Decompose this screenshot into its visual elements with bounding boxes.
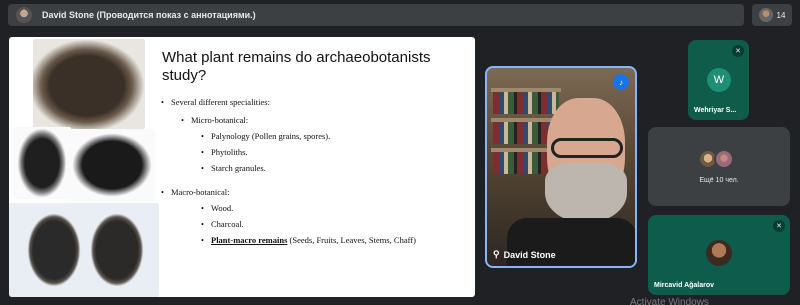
mic-off-icon: ✕ xyxy=(732,45,744,57)
main-video-name: ⚲ David Stone xyxy=(493,249,556,260)
slide-title: What plant remains do archaeobotanists s… xyxy=(162,49,431,84)
bullet-macro-item: Charcoal. xyxy=(201,219,469,229)
participant-tile-mircavid[interactable]: ✕ Mircavid Ağalarov xyxy=(648,215,790,295)
books xyxy=(493,92,559,114)
participant-avatar-mircavid xyxy=(706,240,732,266)
more-participants-label: Ещё 10 чел. xyxy=(699,177,739,184)
participant-name: Mircavid Ağalarov xyxy=(654,282,715,289)
mic-off-icon: ✕ xyxy=(773,220,785,232)
shirt xyxy=(507,218,635,266)
participant-tile-w[interactable]: ✕ W Wehriyar S... xyxy=(688,40,749,120)
seed-photo-2 xyxy=(13,127,71,199)
avatar xyxy=(714,149,734,169)
bullet-micro-item: Starch granules. xyxy=(201,163,469,173)
seed-photo-3 xyxy=(69,129,155,201)
main-video-tile[interactable]: ♪ ⚲ David Stone xyxy=(485,66,637,268)
bullet-micro-item: Phytoliths. xyxy=(201,147,469,157)
participant-name: Wehriyar S... xyxy=(694,107,737,114)
presenter-title: David Stone (Проводится показ с аннотаци… xyxy=(42,10,256,20)
windows-activation-watermark: Activate Windows xyxy=(630,297,709,305)
bullet-micro-item: Palynology (Pollen grains, spores). xyxy=(201,131,469,141)
participant-avatar-w: W xyxy=(707,68,731,92)
slide-body: Several different specialities: Micro-bo… xyxy=(159,97,469,245)
main-video-name-text: David Stone xyxy=(503,249,556,260)
bullet-macro-emph-title: Plant-macro remains xyxy=(211,235,288,245)
bullet-intro: Several different specialities: xyxy=(161,97,469,107)
bullet-macro-item: Wood. xyxy=(201,203,469,213)
people-icon xyxy=(758,8,773,22)
glasses xyxy=(551,138,623,158)
seed-photo-4 xyxy=(9,203,159,297)
avatar-stack xyxy=(698,149,734,169)
more-participants-tile[interactable]: Ещё 10 чел. xyxy=(648,127,790,206)
presentation-bar: David Stone (Проводится показ с аннотаци… xyxy=(8,4,744,26)
speaking-icon: ♪ xyxy=(613,74,629,90)
pin-icon: ⚲ xyxy=(493,249,500,259)
participants-button[interactable]: 14 xyxy=(752,4,792,26)
bullet-micro: Micro-botanical: xyxy=(181,115,469,125)
presenter-avatar xyxy=(16,7,32,23)
bullet-macro: Macro-botanical: xyxy=(161,187,469,197)
seed-photo-1 xyxy=(33,39,145,129)
beard xyxy=(545,163,627,223)
participants-count: 14 xyxy=(776,10,786,20)
shared-slide: What plant remains do archaeobotanists s… xyxy=(9,37,475,297)
bullet-macro-emph-rest: (Seeds, Fruits, Leaves, Stems, Chaff) xyxy=(287,235,416,245)
bullet-macro-emph: Plant-macro remains (Seeds, Fruits, Leav… xyxy=(201,235,469,245)
